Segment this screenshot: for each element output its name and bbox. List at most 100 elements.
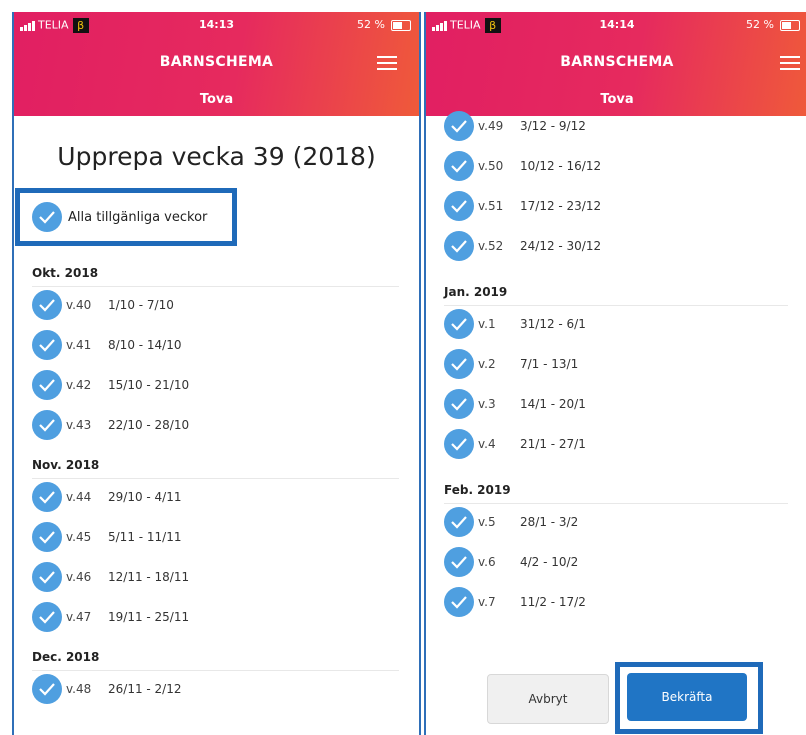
battery-percent: 52 % (357, 18, 385, 31)
week-number: v.50 (478, 159, 504, 173)
week-date-range: 28/1 - 3/2 (520, 515, 579, 529)
month-header: Dec. 2018 (32, 650, 399, 671)
week-date-range: 12/11 - 18/11 (108, 570, 190, 584)
week-date-range: 11/2 - 17/2 (520, 595, 586, 609)
checkmark-icon (444, 191, 474, 221)
child-name: Tova (199, 92, 234, 107)
week-date-range: 26/11 - 2/12 (108, 682, 182, 696)
month-header: Feb. 2019 (444, 483, 788, 504)
status-bar: TELIA β 14:13 52 % (20, 18, 413, 34)
week-row[interactable]: v.48 26/11 - 2/12 (32, 674, 182, 704)
week-date-range: 24/12 - 30/12 (520, 239, 602, 253)
week-row[interactable]: v.44 29/10 - 4/11 (32, 482, 182, 512)
confirm-highlight: Bekräfta (615, 662, 763, 734)
checkmark-icon (444, 309, 474, 339)
week-date-range: 22/10 - 28/10 (108, 418, 190, 432)
checkmark-icon (444, 389, 474, 419)
week-number: v.51 (478, 199, 504, 213)
week-row[interactable]: v.42 15/10 - 21/10 (32, 370, 189, 400)
week-number: v.43 (66, 418, 92, 432)
week-row[interactable]: v.49 3/12 - 9/12 (444, 111, 586, 141)
checkmark-icon (32, 674, 62, 704)
week-date-range: 21/1 - 27/1 (520, 437, 586, 451)
battery-icon (780, 20, 800, 31)
week-row[interactable]: v.2 7/1 - 13/1 (444, 349, 578, 379)
all-weeks-label: Alla tillgänliga veckor (68, 209, 208, 225)
checkmark-icon (32, 330, 62, 360)
week-number: v.47 (66, 610, 92, 624)
week-date-range: 14/1 - 20/1 (520, 397, 586, 411)
right-screen: TELIA β 14:14 52 % BARNSCHEMA Tova Avbryt… (424, 12, 806, 735)
app-header: TELIA β 14:14 52 % BARNSCHEMA Tova (426, 12, 806, 116)
week-number: v.48 (66, 682, 92, 696)
week-number: v.52 (478, 239, 504, 253)
week-number: v.44 (66, 490, 92, 504)
week-number: v.45 (66, 530, 92, 544)
week-row[interactable]: v.3 14/1 - 20/1 (444, 389, 586, 419)
week-number: v.7 (478, 595, 496, 609)
week-date-range: 4/2 - 10/2 (520, 555, 579, 569)
week-row[interactable]: v.50 10/12 - 16/12 (444, 151, 601, 181)
app-title: BARNSCHEMA (560, 54, 674, 70)
week-row[interactable]: v.5 28/1 - 3/2 (444, 507, 578, 537)
month-header: Jan. 2019 (444, 285, 788, 306)
week-date-range: 17/12 - 23/12 (520, 199, 602, 213)
week-row[interactable]: v.40 1/10 - 7/10 (32, 290, 174, 320)
week-number: v.41 (66, 338, 92, 352)
week-number: v.3 (478, 397, 496, 411)
week-row[interactable]: v.4 21/1 - 27/1 (444, 429, 586, 459)
week-date-range: 7/1 - 13/1 (520, 357, 579, 371)
hamburger-menu-icon[interactable] (377, 56, 397, 70)
checkmark-icon (444, 231, 474, 261)
confirm-button[interactable]: Bekräfta (627, 673, 747, 721)
checkmark-icon (444, 349, 474, 379)
checkmark-icon (444, 111, 474, 141)
week-date-range: 5/11 - 11/11 (108, 530, 182, 544)
week-row[interactable]: v.7 11/2 - 17/2 (444, 587, 586, 617)
checkmark-icon (444, 547, 474, 577)
week-date-range: 19/11 - 25/11 (108, 610, 190, 624)
week-row[interactable]: v.52 24/12 - 30/12 (444, 231, 601, 261)
status-bar: TELIA β 14:14 52 % (432, 18, 802, 34)
week-number: v.42 (66, 378, 92, 392)
checkmark-icon (32, 562, 62, 592)
week-number: v.2 (478, 357, 496, 371)
week-row[interactable]: v.43 22/10 - 28/10 (32, 410, 189, 440)
left-screen: TELIA β 14:13 52 % BARNSCHEMA Tova Upprep… (12, 12, 421, 735)
week-number: v.40 (66, 298, 92, 312)
page-title: Upprepa vecka 39 (2018) (57, 142, 376, 171)
hamburger-menu-icon[interactable] (780, 56, 800, 70)
checkmark-icon (444, 429, 474, 459)
checkmark-icon (32, 522, 62, 552)
week-row[interactable]: v.1 31/12 - 6/1 (444, 309, 586, 339)
checkmark-icon (32, 370, 62, 400)
week-row[interactable]: v.41 8/10 - 14/10 (32, 330, 182, 360)
week-row[interactable]: v.46 12/11 - 18/11 (32, 562, 189, 592)
week-row[interactable]: v.51 17/12 - 23/12 (444, 191, 601, 221)
week-number: v.1 (478, 317, 496, 331)
checkmark-icon (32, 602, 62, 632)
week-number: v.6 (478, 555, 496, 569)
month-header: Okt. 2018 (32, 266, 399, 287)
battery-percent: 52 % (746, 18, 774, 31)
week-number: v.49 (478, 119, 504, 133)
week-number: v.4 (478, 437, 496, 451)
week-date-range: 1/10 - 7/10 (108, 298, 174, 312)
week-row[interactable]: v.6 4/2 - 10/2 (444, 547, 578, 577)
week-date-range: 15/10 - 21/10 (108, 378, 190, 392)
child-name: Tova (600, 92, 634, 107)
week-number: v.5 (478, 515, 496, 529)
week-date-range: 29/10 - 4/11 (108, 490, 182, 504)
checkmark-icon (444, 507, 474, 537)
cancel-button[interactable]: Avbryt (487, 674, 609, 724)
battery-icon (391, 20, 411, 31)
checkmark-icon (444, 151, 474, 181)
week-number: v.46 (66, 570, 92, 584)
week-list: Upprepa vecka 39 (2018) Alla tillgänliga… (14, 116, 419, 735)
week-date-range: 31/12 - 6/1 (520, 317, 586, 331)
app-title: BARNSCHEMA (159, 54, 274, 70)
week-row[interactable]: v.47 19/11 - 25/11 (32, 602, 189, 632)
week-row[interactable]: v.45 5/11 - 11/11 (32, 522, 182, 552)
all-weeks-option[interactable]: Alla tillgänliga veckor (15, 188, 237, 246)
checkmark-icon (32, 482, 62, 512)
